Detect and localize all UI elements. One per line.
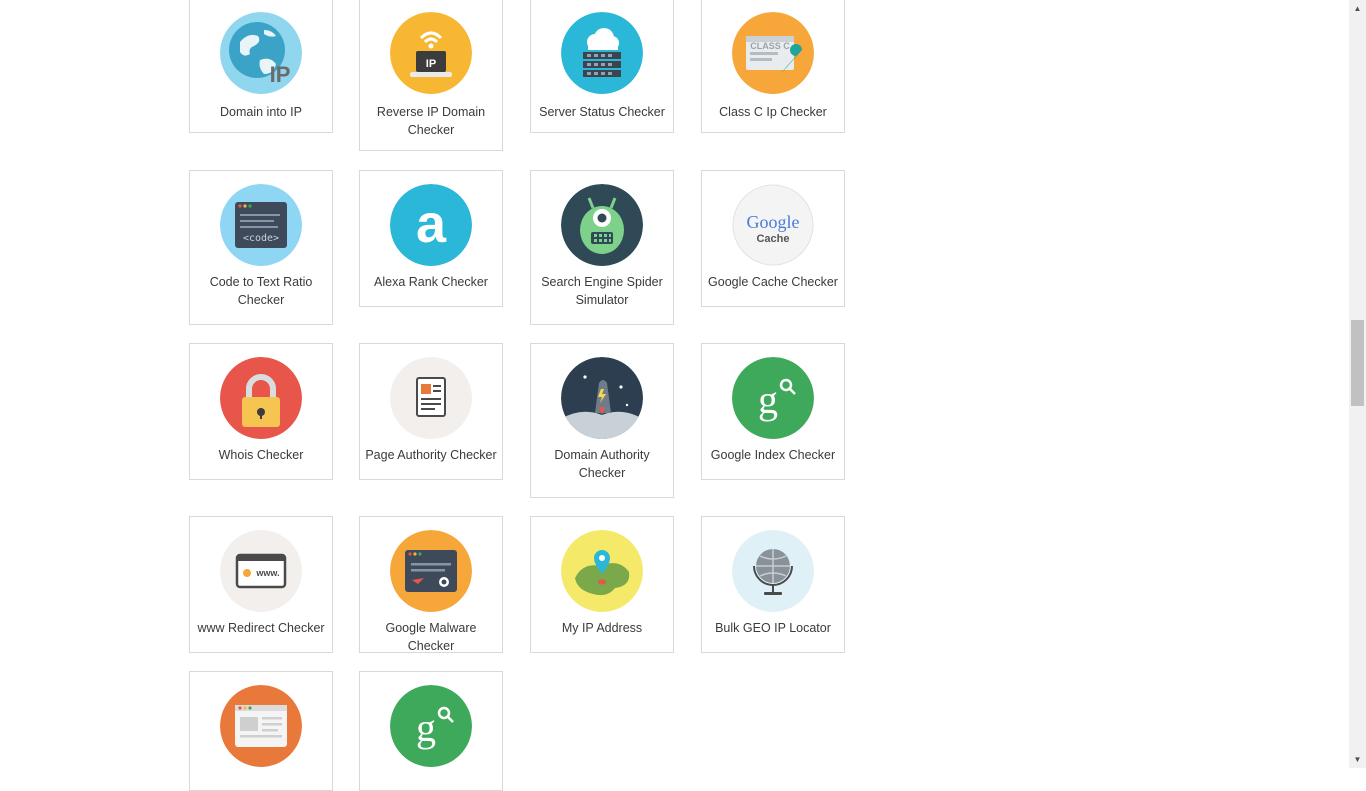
class-c-text: CLASS C [750, 41, 790, 51]
tool-label: Search Engine Spider Simulator [541, 275, 663, 307]
google-search-icon: g [732, 357, 814, 439]
padlock-icon [220, 357, 302, 439]
tool-card-code-to-text-ratio-checker[interactable]: <code> Code to Text Ratio Checker [189, 170, 333, 325]
scrollbar-thumb[interactable] [1351, 320, 1364, 406]
tool-card-google-cache-checker[interactable]: Google Cache Google Cache Checker [701, 170, 845, 307]
tool-card-whois-checker[interactable]: Whois Checker [189, 343, 333, 480]
globe-stand-icon [732, 530, 814, 612]
tool-label: Alexa Rank Checker [374, 275, 488, 289]
ip-text: IP [270, 62, 291, 87]
tool-label: Whois Checker [218, 448, 304, 462]
tool-label: Domain Authority Checker [554, 448, 650, 480]
tool-label: Server Status Checker [539, 105, 665, 119]
www-browser-icon: www. [220, 530, 302, 612]
tool-card-google-index-checker[interactable]: g Google Index Checker [701, 343, 845, 480]
google-search-icon: g [390, 685, 472, 767]
tool-label: Google Cache Checker [708, 275, 838, 289]
document-icon [390, 357, 472, 439]
tool-card-domain-authority-checker[interactable]: Domain Authority Checker [530, 343, 674, 498]
ip-text: IP [426, 58, 436, 70]
tool-label: Class C Ip Checker [719, 105, 827, 119]
tool-card-page-authority-checker[interactable]: Page Authority Checker [359, 343, 503, 480]
alexa-letter: a [416, 194, 447, 254]
tool-label: Google Malware Checker [385, 621, 477, 653]
rocket-icon [561, 357, 643, 439]
tool-card-browser-page[interactable] [189, 671, 333, 791]
google-text: Google [747, 212, 800, 232]
g-letter: g [416, 705, 436, 750]
tool-card-www-redirect-checker[interactable]: www. www Redirect Checker [189, 516, 333, 653]
class-c-wrench-icon: CLASS C [732, 12, 814, 94]
tool-label: Page Authority Checker [365, 448, 497, 462]
code-window-icon: <code> [220, 184, 302, 266]
tool-label: www Redirect Checker [197, 621, 325, 635]
spider-robot-icon [561, 184, 643, 266]
tool-card-server-status-checker[interactable]: Server Status Checker [530, 0, 674, 133]
tool-label: My IP Address [561, 621, 643, 635]
google-cache-icon: Google Cache [732, 184, 814, 266]
scroll-down-arrow-icon[interactable]: ▼ [1349, 751, 1366, 768]
globe-ip-icon: IP [220, 12, 302, 94]
tool-card-bulk-geo-ip-locator[interactable]: Bulk GEO IP Locator [701, 516, 845, 653]
www-text: www. [255, 568, 279, 578]
laptop-ip-icon: IP [390, 12, 472, 94]
tool-label: Domain into IP [220, 105, 302, 119]
tool-card-alexa-rank-checker[interactable]: a Alexa Rank Checker [359, 170, 503, 307]
tool-card-class-c-ip-checker[interactable]: CLASS C Class C Ip Checker [701, 0, 845, 133]
g-letter: g [758, 377, 778, 422]
tool-card-domain-into-ip[interactable]: IP Domain into IP [189, 0, 333, 133]
browser-page-icon [220, 685, 302, 767]
tool-card-reverse-ip-domain-checker[interactable]: IP Reverse IP Domain Checker [359, 0, 503, 151]
vertical-scrollbar[interactable]: ▲ ▼ [1349, 0, 1366, 768]
tool-card-google-malware-checker[interactable]: Google Malware Checker [359, 516, 503, 653]
cache-text: Cache [756, 233, 789, 245]
tool-card-google-search[interactable]: g [359, 671, 503, 791]
tool-label: Google Index Checker [710, 448, 836, 462]
tool-label: Bulk GEO IP Locator [715, 621, 831, 635]
malware-browser-icon [390, 530, 472, 612]
tool-card-my-ip-address[interactable]: My IP Address [530, 516, 674, 653]
alexa-logo-icon: a [390, 184, 472, 266]
code-text: <code> [243, 233, 279, 244]
cloud-server-icon [561, 12, 643, 94]
tool-label: Reverse IP Domain Checker [376, 105, 486, 137]
scroll-up-arrow-icon[interactable]: ▲ [1349, 0, 1366, 17]
map-pin-icon [561, 530, 643, 612]
tool-card-search-engine-spider-simulator[interactable]: Search Engine Spider Simulator [530, 170, 674, 325]
tool-label: Code to Text Ratio Checker [209, 275, 313, 307]
